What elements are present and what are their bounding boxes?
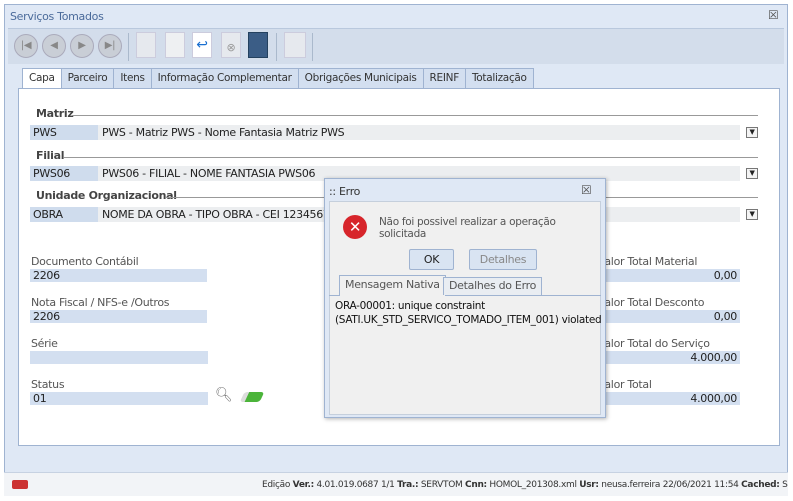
nota-fiscal-label: Nota Fiscal / NFS-e /Outros	[31, 296, 170, 309]
tab-informacao-complementar[interactable]: Informação Complementar	[151, 68, 299, 89]
serie-field[interactable]	[30, 351, 208, 364]
lock-icon[interactable]	[284, 32, 306, 58]
tab-parceiro[interactable]: Parceiro	[61, 68, 115, 89]
details-button[interactable]: Detalhes	[469, 249, 537, 270]
status-label: Status	[31, 378, 65, 391]
edit-icon[interactable]	[165, 32, 185, 58]
save-icon[interactable]	[248, 32, 268, 58]
filial-code[interactable]: PWS06	[30, 166, 98, 181]
valor-total-servico-label: Valor Total do Serviço	[598, 337, 710, 350]
chevron-down-icon[interactable]: ▼	[746, 168, 758, 179]
dialog-title: :: Erro	[329, 185, 361, 198]
tab-bar: Capa Parceiro Itens Informação Complemen…	[22, 68, 534, 90]
close-icon[interactable]: ☒	[581, 183, 592, 197]
chevron-down-icon[interactable]: ▼	[746, 127, 758, 138]
previous-record-icon[interactable]: ◀	[42, 34, 66, 58]
chevron-down-icon[interactable]: ▼	[746, 209, 758, 220]
tab-obrigacoes-municipais[interactable]: Obrigações Municipais	[298, 68, 424, 89]
valor-total-label: Valor Total	[598, 378, 652, 391]
filial-heading: Filial	[36, 149, 65, 162]
error-dialog: :: Erro ☒ ✕ Não foi possivel realizar a …	[324, 178, 606, 418]
status-field[interactable]: 01	[30, 392, 208, 405]
close-icon[interactable]: ☒	[768, 8, 779, 22]
documento-contabil-label: Documento Contábil	[31, 255, 139, 268]
next-record-icon[interactable]: ▶	[70, 34, 94, 58]
serie-label: Série	[31, 337, 58, 350]
unidade-code[interactable]: OBRA	[30, 207, 98, 222]
tab-itens[interactable]: Itens	[114, 68, 152, 89]
unidade-heading: Unidade Organizacional	[36, 189, 177, 202]
tab-capa[interactable]: Capa	[22, 68, 62, 90]
first-record-icon[interactable]: |◀	[14, 34, 38, 58]
error-icon: ✕	[343, 215, 367, 239]
exit-icon[interactable]	[12, 480, 28, 489]
matriz-heading: Matriz	[36, 107, 74, 120]
ok-button[interactable]: OK	[409, 249, 454, 270]
search-icon[interactable]: 🔍︎	[215, 387, 233, 403]
matriz-select[interactable]: PWS - Matriz PWS - Nome Fantasia Matriz …	[98, 125, 740, 140]
native-message: ORA-00001: unique constraint (SATI.UK_ST…	[335, 300, 602, 326]
tab-reinf[interactable]: REINF	[423, 68, 466, 89]
nota-fiscal-field[interactable]: 2206	[30, 310, 207, 323]
status-text: Edição Ver.: 4.01.019.0687 1/1 Tra.: SER…	[262, 480, 788, 490]
matriz-code[interactable]: PWS	[30, 125, 98, 140]
new-document-icon[interactable]	[136, 32, 156, 58]
confirm-icon[interactable]: ↩	[192, 32, 212, 58]
error-message: Não foi possivel realizar a operação sol…	[379, 216, 556, 240]
valor-total-desconto-label: Valor Total Desconto	[598, 296, 705, 309]
toolbar: |◀ ◀ ▶ ▶| ↩ ⊗	[8, 28, 784, 64]
cancel-icon[interactable]: ⊗	[221, 32, 241, 58]
tab-mensagem-nativa[interactable]: Mensagem Nativa	[339, 275, 446, 296]
tab-totalizacao[interactable]: Totalização	[465, 68, 534, 89]
tab-detalhes-do-erro[interactable]: Detalhes do Erro	[443, 277, 543, 295]
last-record-icon[interactable]: ▶|	[98, 34, 122, 58]
valor-total-material-label: Valor Total Material	[598, 255, 698, 268]
window-title: Serviços Tomados	[10, 10, 104, 23]
documento-contabil-field[interactable]: 2206	[30, 269, 207, 282]
